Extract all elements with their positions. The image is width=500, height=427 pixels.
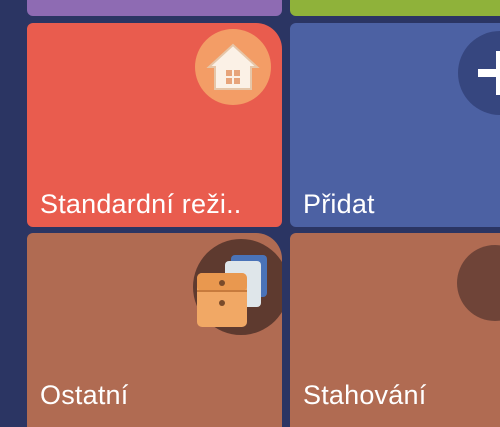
tile-standard-mode[interactable]: Standardní reži..: [27, 23, 282, 227]
tile-downloads[interactable]: Stahování: [290, 233, 500, 427]
tile-add[interactable]: Přidat: [290, 23, 500, 227]
download-icon: [457, 245, 500, 321]
tile-label: Standardní reži..: [40, 189, 242, 219]
tile-label: Stahování: [303, 380, 427, 410]
tile-other[interactable]: Ostatní: [27, 233, 282, 427]
tile-label: Ostatní: [40, 380, 129, 410]
top-tile-strip-purple[interactable]: [27, 0, 282, 16]
home-icon: [195, 29, 271, 105]
archive-box-icon: [193, 239, 282, 335]
plus-icon: [458, 31, 500, 115]
tile-label: Přidat: [303, 189, 375, 219]
top-tile-strip-green[interactable]: [290, 0, 500, 16]
